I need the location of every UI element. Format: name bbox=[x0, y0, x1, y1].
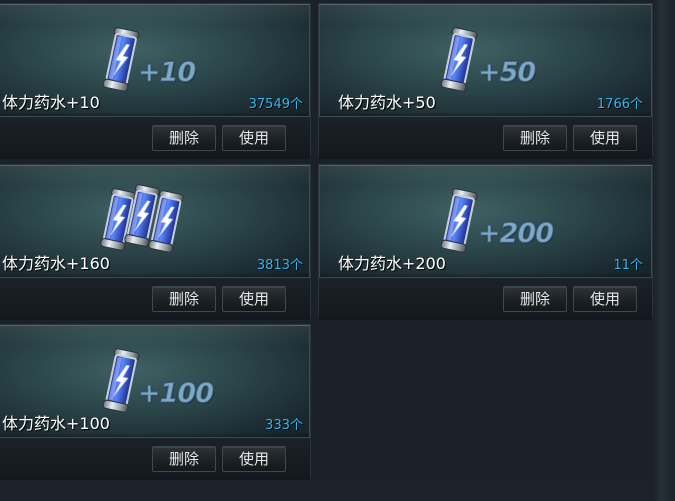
delete-button[interactable]: 删除 bbox=[503, 286, 567, 312]
stamina-potion-icon bbox=[438, 27, 480, 93]
item-card: +10 体力药水+10 37549个 删除 使用 bbox=[0, 3, 311, 159]
item-card: 体力药水+160 3813个 删除 使用 bbox=[0, 164, 311, 320]
item-count: 1766个 bbox=[596, 97, 643, 112]
item-action-bar: 删除 使用 bbox=[319, 117, 652, 159]
scrollbar-track[interactable] bbox=[653, 0, 675, 501]
item-card: +50 体力药水+50 1766个 删除 使用 bbox=[318, 3, 653, 159]
item-action-bar: 删除 使用 bbox=[0, 278, 310, 320]
item-count: 333个 bbox=[265, 418, 303, 433]
item-card-display[interactable]: +200 体力药水+200 11个 bbox=[319, 165, 652, 278]
bonus-label: +50 bbox=[477, 57, 536, 89]
item-card-display[interactable]: +50 体力药水+50 1766个 bbox=[319, 4, 652, 117]
use-button[interactable]: 使用 bbox=[573, 286, 637, 312]
delete-button[interactable]: 删除 bbox=[152, 125, 216, 151]
item-name: 体力药水+160 bbox=[2, 254, 110, 273]
item-card-display[interactable]: 体力药水+160 3813个 bbox=[0, 165, 310, 278]
bonus-label: +100 bbox=[138, 378, 215, 410]
item-action-bar: 删除 使用 bbox=[319, 278, 652, 320]
item-card: +100 体力药水+100 333个 删除 使用 bbox=[0, 324, 311, 480]
item-name: 体力药水+50 bbox=[338, 93, 436, 112]
delete-button[interactable]: 删除 bbox=[152, 286, 216, 312]
bonus-label: +200 bbox=[478, 218, 555, 250]
stamina-potion-icon bbox=[438, 188, 480, 254]
item-count: 37549个 bbox=[248, 97, 303, 112]
item-card: +200 体力药水+200 11个 删除 使用 bbox=[318, 164, 653, 320]
use-button[interactable]: 使用 bbox=[222, 286, 286, 312]
stamina-potion-stack-icon bbox=[98, 184, 208, 254]
stamina-potion-icon bbox=[100, 27, 142, 93]
item-name: 体力药水+10 bbox=[2, 93, 100, 112]
item-name: 体力药水+200 bbox=[338, 254, 446, 273]
bonus-label: +10 bbox=[137, 57, 196, 89]
item-card-display[interactable]: +10 体力药水+10 37549个 bbox=[0, 4, 310, 117]
use-button[interactable]: 使用 bbox=[222, 125, 286, 151]
item-card-display[interactable]: +100 体力药水+100 333个 bbox=[0, 325, 310, 438]
delete-button[interactable]: 删除 bbox=[152, 446, 216, 472]
background-footer bbox=[0, 478, 653, 501]
item-count: 3813个 bbox=[256, 258, 303, 273]
item-action-bar: 删除 使用 bbox=[0, 117, 310, 159]
use-button[interactable]: 使用 bbox=[573, 125, 637, 151]
item-count: 11个 bbox=[613, 258, 643, 273]
item-name: 体力药水+100 bbox=[2, 414, 110, 433]
use-button[interactable]: 使用 bbox=[222, 446, 286, 472]
delete-button[interactable]: 删除 bbox=[503, 125, 567, 151]
stamina-potion-icon bbox=[100, 348, 142, 414]
item-action-bar: 删除 使用 bbox=[0, 438, 310, 480]
